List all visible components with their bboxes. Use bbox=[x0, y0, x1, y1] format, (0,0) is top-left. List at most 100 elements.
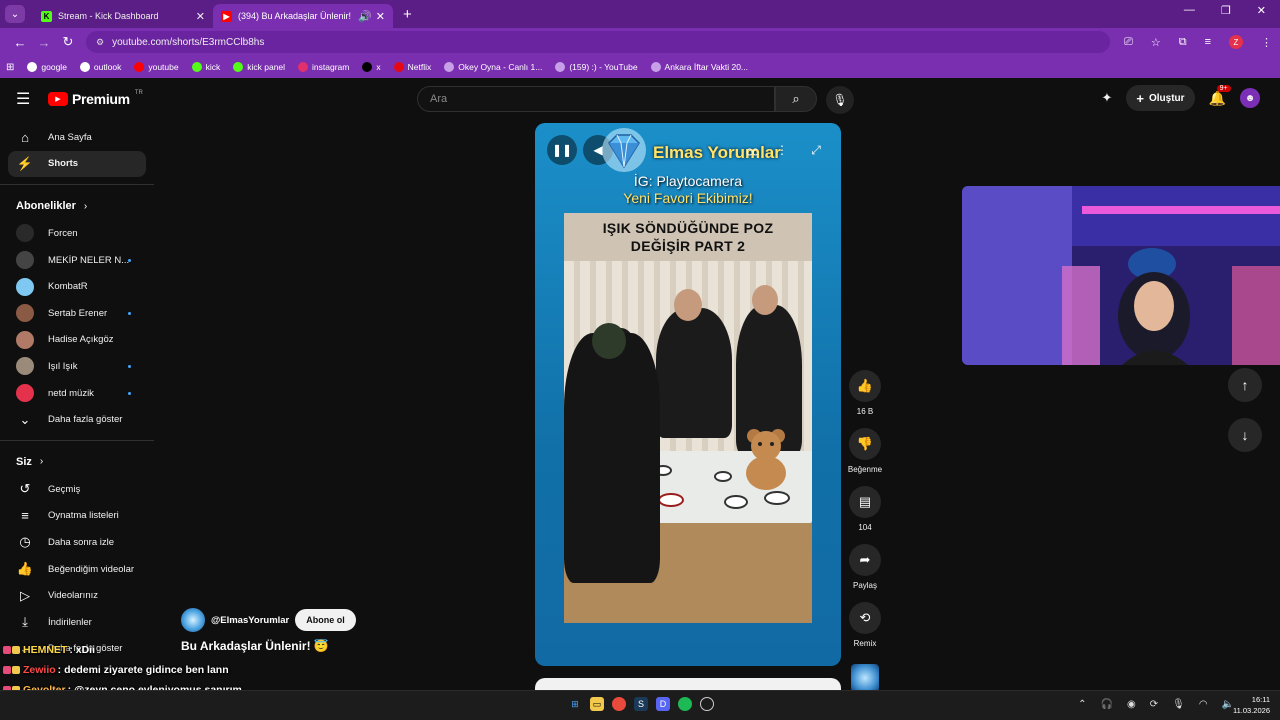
you-header[interactable]: Siz › bbox=[0, 448, 154, 476]
tab-youtube-short[interactable]: ▶ (394) Bu Arkadaşlar Ünlenir! 🔊 ✕ bbox=[213, 4, 393, 28]
short-video-player[interactable]: ❚❚ ◀ Elmas Yorumlar ㏄ ⋮ ⤢ İG: Playtocame… bbox=[535, 123, 841, 666]
channel-avatar[interactable] bbox=[181, 608, 205, 632]
show-more-subscriptions[interactable]: ⌄ Daha fazla göster bbox=[0, 406, 154, 433]
apps-grid-icon[interactable]: ⊞ bbox=[6, 62, 14, 73]
hamburger-menu-icon[interactable]: ☰ bbox=[16, 89, 36, 109]
chrome-icon[interactable] bbox=[612, 697, 626, 711]
subscription-item[interactable]: Sertab Erener bbox=[0, 300, 154, 327]
bookmark-item[interactable]: Okey Oyna - Canlı 1... bbox=[444, 62, 542, 72]
file-explorer-icon[interactable]: ▭ bbox=[590, 697, 604, 711]
subscribe-button[interactable]: Abone ol bbox=[295, 609, 356, 631]
video-frame: IŞIK SÖNDÜĞÜNDE POZ DEĞİŞİR PART 2 bbox=[564, 213, 812, 623]
thumbs-up-icon[interactable]: 👍 bbox=[849, 370, 881, 402]
previous-short-button[interactable]: ↑ bbox=[1228, 368, 1262, 402]
tab-search-icon[interactable]: ⌄ bbox=[5, 5, 25, 23]
back-icon[interactable]: ← bbox=[8, 35, 32, 50]
remix-icon[interactable]: ⟲ bbox=[849, 602, 881, 634]
steam-tray-icon[interactable]: ◉ bbox=[1127, 699, 1136, 710]
browser-menu-icon[interactable]: ⋮ bbox=[1261, 36, 1272, 49]
minimize-icon[interactable]: — bbox=[1184, 4, 1195, 17]
home-icon: ⌂ bbox=[21, 129, 29, 145]
subscription-item[interactable]: Forcen bbox=[0, 220, 154, 247]
comment-action[interactable]: ▤ 104 bbox=[849, 486, 881, 532]
sidebar-item-playlist[interactable]: ≡ Oynatma listeleri bbox=[0, 503, 154, 530]
close-tab-icon[interactable]: ✕ bbox=[196, 10, 205, 23]
thumbs-down-action[interactable]: 👎 Beğenme bbox=[848, 428, 882, 474]
notifications-button[interactable]: 🔔 9+ bbox=[1209, 84, 1231, 107]
bookmark-item[interactable]: google bbox=[27, 62, 67, 72]
sidebar-item-shorts[interactable]: ⚡ Shorts bbox=[8, 150, 146, 178]
bookmark-item[interactable]: youtube bbox=[134, 62, 179, 72]
bookmark-item[interactable]: instagram bbox=[298, 62, 349, 72]
subscription-item[interactable]: Işıl Işık bbox=[0, 353, 154, 380]
sidebar-item-download[interactable]: ⤓ İndirilenler bbox=[0, 609, 154, 636]
comment-icon[interactable]: ▤ bbox=[849, 486, 881, 518]
chat-text: : xDii bbox=[69, 644, 96, 656]
pause-button[interactable]: ❚❚ bbox=[547, 135, 577, 165]
gemini-sparkle-icon[interactable]: ✦ bbox=[1102, 90, 1113, 106]
audio-icon[interactable]: 🔊 bbox=[358, 10, 372, 23]
subscription-item[interactable]: netd müzik bbox=[0, 380, 154, 407]
obs-icon[interactable] bbox=[700, 697, 714, 711]
system-clock[interactable]: 16:11 11.03.2026 bbox=[1233, 694, 1270, 716]
reload-icon[interactable]: ↻ bbox=[56, 34, 80, 50]
sidebar-item-history[interactable]: ↺ Geçmiş bbox=[0, 476, 154, 503]
account-avatar[interactable]: ☻ bbox=[1240, 88, 1260, 108]
spotify-icon[interactable] bbox=[678, 697, 692, 711]
sidebar-item-ana-sayfa[interactable]: ⌂ Ana Sayfa bbox=[0, 124, 154, 151]
search-input[interactable]: Ara bbox=[417, 86, 775, 112]
extensions-icon[interactable]: ⧉ bbox=[1179, 36, 1187, 49]
cast-icon[interactable]: ⎚ bbox=[1124, 36, 1133, 49]
youtube-premium-logo[interactable]: ▶ Premium TR bbox=[48, 90, 143, 107]
remix-action[interactable]: ⟲ Remix bbox=[849, 602, 881, 648]
bookmark-item[interactable]: x bbox=[362, 62, 381, 72]
profile-avatar[interactable]: Z bbox=[1229, 35, 1243, 49]
voice-search-button[interactable]: 🎙 bbox=[826, 86, 854, 114]
wifi-icon[interactable]: ◠ bbox=[1199, 699, 1208, 710]
thumbs-down-icon[interactable]: 👎 bbox=[849, 428, 881, 460]
subscriptions-header[interactable]: Abonelikler › bbox=[0, 192, 154, 220]
tray-chevron-icon[interactable]: ⌃ bbox=[1078, 699, 1086, 710]
bookmark-item[interactable]: outlook bbox=[79, 62, 121, 72]
bookmark-label: Okey Oyna - Canlı 1... bbox=[458, 62, 543, 72]
channel-handle[interactable]: @ElmasYorumlar bbox=[211, 615, 289, 626]
create-button[interactable]: + Oluştur bbox=[1126, 85, 1195, 111]
bookmark-item[interactable]: kick panel bbox=[233, 62, 285, 72]
bookmark-star-icon[interactable]: ☆ bbox=[1151, 36, 1161, 49]
media-controls-icon[interactable]: ≡ bbox=[1205, 36, 1211, 48]
discord-icon[interactable]: D bbox=[656, 697, 670, 711]
windows-start-icon[interactable]: ⊞ bbox=[568, 697, 582, 711]
headset-icon[interactable]: 🎧 bbox=[1101, 699, 1113, 710]
sidebar-item-thumbs-up[interactable]: 👍 Beğendiğim videolar bbox=[0, 556, 154, 583]
search-button[interactable]: ⌕ bbox=[775, 86, 817, 112]
subscription-item[interactable]: MEKİP NELER N... bbox=[0, 247, 154, 274]
new-tab-button[interactable]: + bbox=[403, 6, 412, 23]
site-info-icon[interactable]: ⚙ bbox=[96, 37, 104, 48]
close-tab-icon[interactable]: ✕ bbox=[376, 10, 385, 23]
url-field[interactable]: ⚙ youtube.com/shorts/E3rmCClb8hs bbox=[86, 31, 1111, 53]
more-options-button[interactable]: ⋮ bbox=[767, 135, 797, 165]
next-short-button[interactable]: ↓ bbox=[1228, 418, 1262, 452]
thumbs-up-action[interactable]: 👍 16 B bbox=[849, 370, 881, 416]
fullscreen-button[interactable]: ⤢ bbox=[801, 135, 831, 165]
bookmark-item[interactable]: Ankara İftar Vakti 20... bbox=[650, 62, 748, 72]
audio-source-thumbnail[interactable] bbox=[851, 664, 879, 692]
captions-button[interactable]: ㏄ bbox=[737, 135, 767, 165]
sync-icon[interactable]: ⟳ bbox=[1150, 699, 1158, 710]
steam-icon[interactable]: S bbox=[634, 697, 648, 711]
subscription-item[interactable]: Hadise Açıkgöz bbox=[0, 327, 154, 354]
subscription-item[interactable]: KombatR bbox=[0, 273, 154, 300]
share-action[interactable]: ➦ Paylaş bbox=[849, 544, 881, 590]
sidebar-item-video[interactable]: ▷ Videolarınız bbox=[0, 582, 154, 609]
maximize-icon[interactable]: ❐ bbox=[1221, 4, 1231, 17]
bookmark-favicon-icon bbox=[233, 62, 244, 72]
bookmark-item[interactable]: Netflix bbox=[393, 62, 431, 72]
close-window-icon[interactable]: ✕ bbox=[1257, 4, 1266, 17]
bookmark-item[interactable]: kick bbox=[191, 62, 220, 72]
mic-tray-icon[interactable]: 🎙 bbox=[1172, 699, 1185, 710]
forward-icon[interactable]: → bbox=[32, 35, 56, 50]
bookmark-item[interactable]: (159) :) - YouTube bbox=[555, 62, 638, 72]
tab-kick-dashboard[interactable]: K Stream - Kick Dashboard ✕ bbox=[33, 4, 213, 28]
sidebar-item-clock[interactable]: ◷ Daha sonra izle bbox=[0, 529, 154, 556]
share-icon[interactable]: ➦ bbox=[849, 544, 881, 576]
